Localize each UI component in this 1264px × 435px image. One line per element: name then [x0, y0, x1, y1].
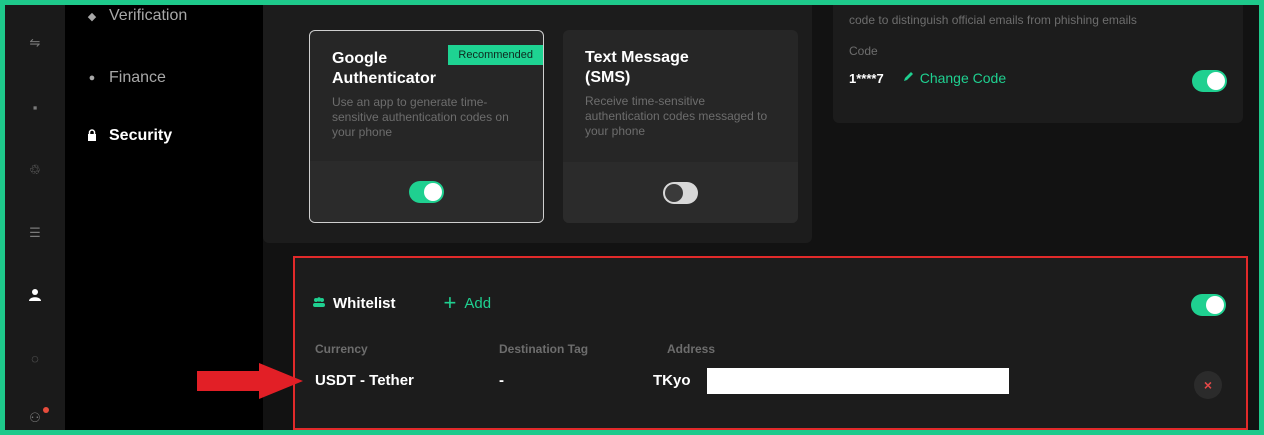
add-label: Add: [464, 294, 492, 312]
app-frame: ⇋ ▪ ♲ ☰ ◌ ⚇ ◆ Verification ● Finance Sec…: [0, 0, 1264, 435]
transfer-icon[interactable]: ⇋: [5, 35, 65, 51]
card-description: Receive time-sensitive authentication co…: [585, 94, 768, 138]
row-address: TKyo: [653, 372, 691, 389]
toggle-knob: [665, 183, 683, 202]
change-code-link[interactable]: Change Code: [902, 70, 1006, 86]
info-dot-icon: ●: [88, 72, 96, 84]
code-label: Code: [849, 44, 878, 58]
toggle-knob: [1206, 296, 1224, 314]
toggle-knob: [424, 182, 442, 201]
plus-icon: +: [443, 290, 457, 315]
two-factor-panel: Google Authenticator Use an app to gener…: [263, 5, 812, 243]
user-icon[interactable]: [5, 288, 65, 306]
security-main: Google Authenticator Use an app to gener…: [263, 5, 1259, 430]
subnav-item-security[interactable]: Security: [87, 127, 172, 145]
subnav-item-label: Verification: [109, 7, 188, 24]
user-add-icon[interactable]: ⚇: [5, 410, 65, 426]
anti-phishing-panel: code to distinguish official emails from…: [833, 5, 1243, 123]
list-icon[interactable]: ☰: [5, 225, 65, 241]
sms-toggle[interactable]: [663, 181, 698, 204]
subnav-item-verification[interactable]: ◆ Verification: [87, 7, 188, 25]
google-authenticator-toggle[interactable]: [409, 180, 444, 203]
toggle-knob: [1207, 72, 1225, 90]
card-title: Text Message (SMS): [585, 49, 689, 86]
recommended-badge: Recommended: [448, 45, 543, 65]
whitelist-panel: Whitelist + Add Currency Destination Tag…: [293, 256, 1248, 430]
address-redaction: [707, 368, 1009, 394]
row-currency: USDT - Tether: [315, 372, 414, 389]
change-code-label: Change Code: [919, 70, 1007, 86]
lock-icon: [87, 128, 97, 144]
column-header-currency: Currency: [315, 342, 368, 356]
subnav-item-label: Finance: [109, 69, 166, 86]
sms-card[interactable]: Text Message (SMS) Receive time-sensitiv…: [563, 30, 798, 223]
whitelist-toggle[interactable]: [1191, 294, 1226, 316]
anti-phishing-description: code to distinguish official emails from…: [849, 13, 1137, 27]
row-destination-tag: -: [499, 372, 504, 389]
subnav-item-label: Security: [109, 127, 173, 144]
wallet-icon[interactable]: ▪: [5, 100, 65, 116]
whitelist-title: Whitelist: [333, 294, 396, 312]
column-header-address: Address: [667, 342, 716, 356]
google-authenticator-card[interactable]: Google Authenticator Use an app to gener…: [309, 30, 544, 223]
remove-whitelist-entry-button[interactable]: ×: [1194, 371, 1222, 399]
chat-icon[interactable]: ◌: [5, 351, 65, 367]
column-header-destination-tag: Destination Tag: [499, 342, 589, 356]
card-description: Use an app to generate time-sensitive au…: [332, 95, 509, 139]
notification-dot: [43, 407, 49, 413]
add-whitelist-button[interactable]: + Add: [443, 290, 492, 315]
shield-check-icon: ◆: [87, 10, 97, 23]
subnav-item-finance[interactable]: ● Finance: [87, 69, 166, 87]
icon-rail: ⇋ ▪ ♲ ☰ ◌ ⚇: [5, 5, 65, 430]
anti-phishing-code: 1****7: [849, 70, 884, 86]
anti-phishing-toggle[interactable]: [1192, 70, 1227, 92]
recycle-icon[interactable]: ♲: [5, 162, 65, 178]
users-icon: [313, 294, 325, 312]
pencil-icon: [902, 70, 915, 86]
annotation-arrow-icon: [197, 363, 303, 399]
